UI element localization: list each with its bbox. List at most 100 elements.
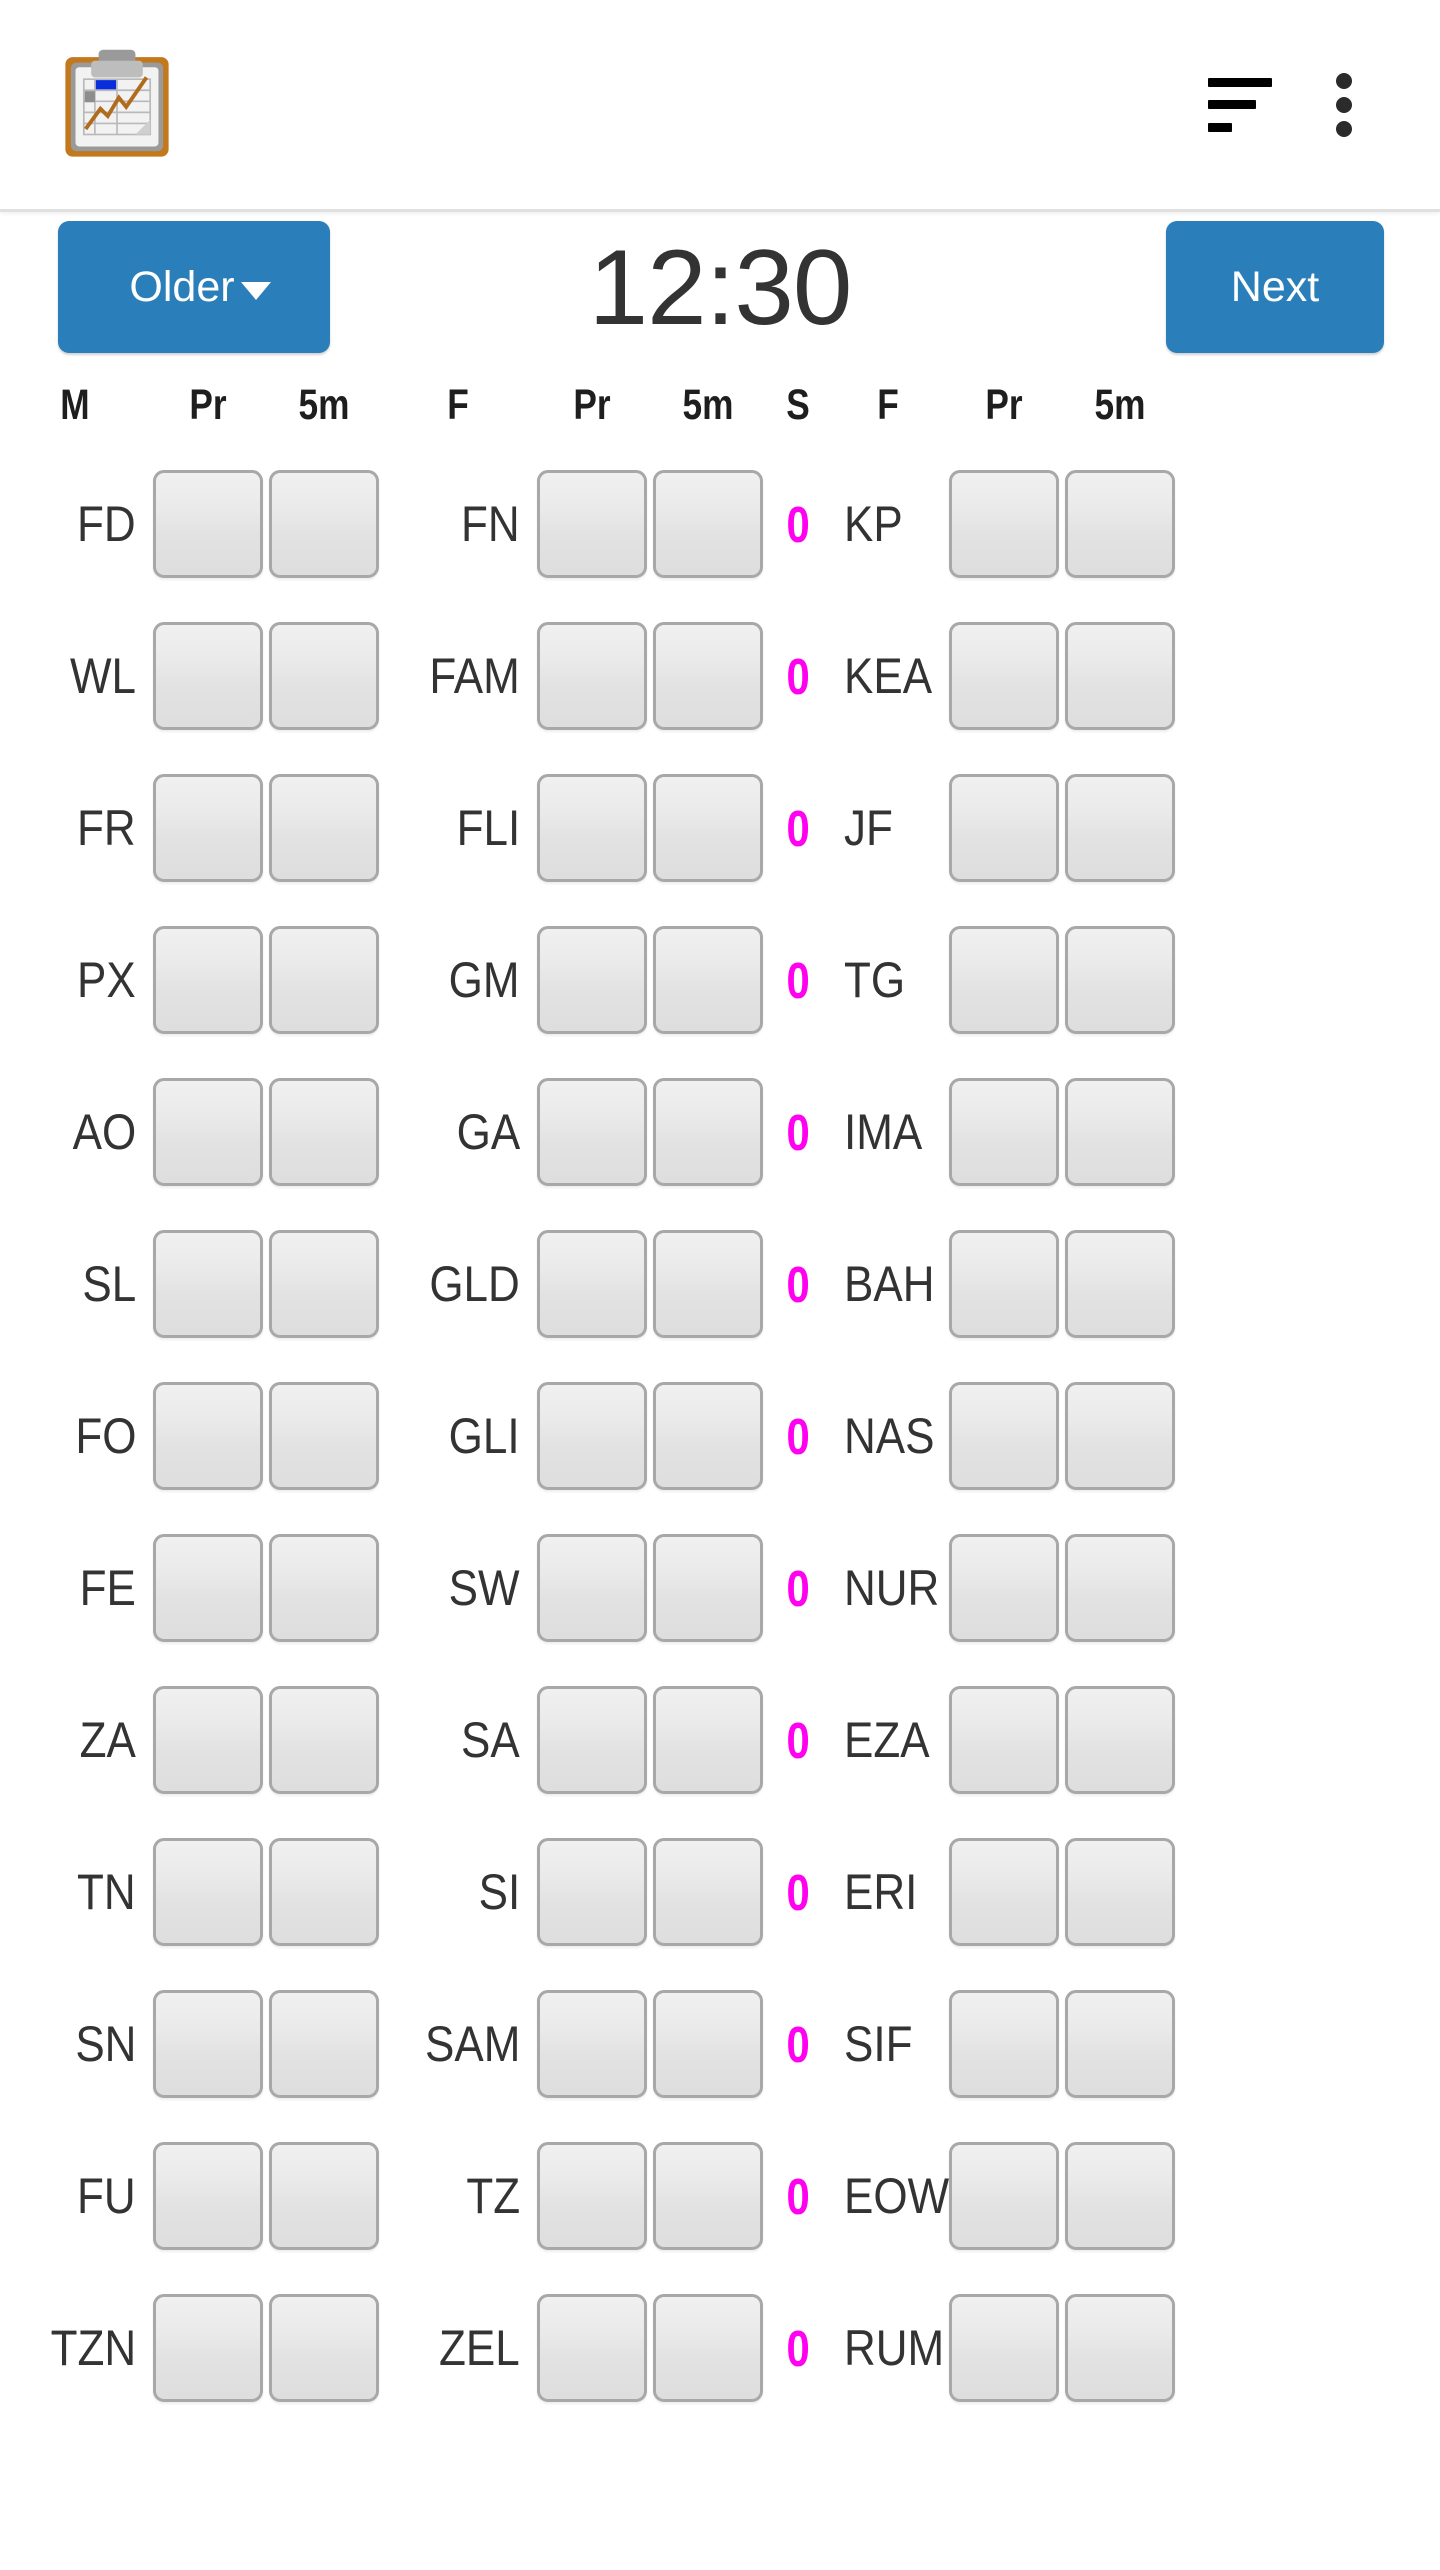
input-cell-5m-1[interactable] [269, 1534, 379, 1642]
input-cell-pr-3[interactable] [949, 774, 1059, 882]
row-label-f-1-text: SW [449, 1560, 520, 1616]
input-cell-5m-3[interactable] [1065, 2142, 1175, 2250]
row-label-f-1-text: FN [461, 496, 520, 552]
score-value: 0 [766, 951, 830, 1010]
input-cell-5m-1[interactable] [269, 1382, 379, 1490]
input-cell-pr-3[interactable] [949, 1230, 1059, 1338]
input-cell-5m-2[interactable] [653, 1838, 763, 1946]
row-label-f-2: SIF [830, 2015, 946, 2073]
input-cell-pr-2[interactable] [537, 926, 647, 1034]
input-cell-5m-2[interactable] [653, 1382, 763, 1490]
input-cell-5m-1[interactable] [269, 2294, 379, 2402]
input-cell-pr-1[interactable] [153, 1534, 263, 1642]
input-cell-5m-2[interactable] [653, 1230, 763, 1338]
input-cell-5m-1[interactable] [269, 1230, 379, 1338]
input-cell-pr-1[interactable] [153, 1686, 263, 1794]
input-cell-5m-2[interactable] [653, 1078, 763, 1186]
input-cell-5m-2[interactable] [653, 774, 763, 882]
score-value-text: 0 [786, 647, 810, 705]
sort-button[interactable] [1188, 53, 1292, 157]
input-cell-5m-3[interactable] [1065, 622, 1175, 730]
input-cell-5m-1[interactable] [269, 1078, 379, 1186]
input-cell-pr-1[interactable] [153, 1838, 263, 1946]
input-cell-pr-1[interactable] [153, 1990, 263, 2098]
input-cell-pr-2[interactable] [537, 1990, 647, 2098]
input-cell-pr-3[interactable] [949, 926, 1059, 1034]
input-cell-pr-3[interactable] [949, 2294, 1059, 2402]
input-cell-5m-1[interactable] [269, 774, 379, 882]
input-cell-5m-2[interactable] [653, 2294, 763, 2402]
input-cell-5m-2[interactable] [653, 1686, 763, 1794]
input-cell-5m-1[interactable] [269, 1990, 379, 2098]
cell-pr-1-wrap [150, 1534, 266, 1642]
input-cell-5m-3[interactable] [1065, 470, 1175, 578]
input-cell-5m-3[interactable] [1065, 1382, 1175, 1490]
input-cell-pr-3[interactable] [949, 622, 1059, 730]
input-cell-5m-1[interactable] [269, 470, 379, 578]
input-cell-pr-1[interactable] [153, 1382, 263, 1490]
input-cell-5m-2[interactable] [653, 1990, 763, 2098]
input-cell-pr-1[interactable] [153, 1078, 263, 1186]
row-label-m-text: FR [77, 800, 136, 856]
cell-pr-1-wrap [150, 2142, 266, 2250]
input-cell-5m-1[interactable] [269, 926, 379, 1034]
input-cell-5m-3[interactable] [1065, 926, 1175, 1034]
input-cell-pr-2[interactable] [537, 1078, 647, 1186]
input-cell-5m-1[interactable] [269, 1838, 379, 1946]
input-cell-pr-2[interactable] [537, 1686, 647, 1794]
input-cell-5m-3[interactable] [1065, 774, 1175, 882]
input-cell-5m-3[interactable] [1065, 2294, 1175, 2402]
input-cell-pr-1[interactable] [153, 2294, 263, 2402]
clipboard-chart-icon[interactable] [58, 46, 176, 164]
older-dropdown-button[interactable]: Older [58, 221, 330, 353]
cell-5m-3-wrap [1062, 2142, 1178, 2250]
input-cell-pr-2[interactable] [537, 1382, 647, 1490]
input-cell-5m-2[interactable] [653, 926, 763, 1034]
input-cell-pr-3[interactable] [949, 1382, 1059, 1490]
input-cell-pr-2[interactable] [537, 470, 647, 578]
cell-5m-3-wrap [1062, 2294, 1178, 2402]
input-cell-pr-2[interactable] [537, 774, 647, 882]
input-cell-pr-2[interactable] [537, 2142, 647, 2250]
input-cell-pr-1[interactable] [153, 926, 263, 1034]
input-cell-pr-3[interactable] [949, 1838, 1059, 1946]
input-cell-5m-1[interactable] [269, 2142, 379, 2250]
cell-5m-2-wrap [650, 1078, 766, 1186]
input-cell-5m-3[interactable] [1065, 1990, 1175, 2098]
input-cell-5m-3[interactable] [1065, 1230, 1175, 1338]
input-cell-pr-1[interactable] [153, 1230, 263, 1338]
input-cell-5m-3[interactable] [1065, 1078, 1175, 1186]
input-cell-pr-1[interactable] [153, 622, 263, 730]
input-cell-5m-2[interactable] [653, 470, 763, 578]
next-button[interactable]: Next [1166, 221, 1384, 353]
input-cell-pr-2[interactable] [537, 1838, 647, 1946]
input-cell-pr-3[interactable] [949, 1686, 1059, 1794]
input-cell-5m-2[interactable] [653, 622, 763, 730]
input-cell-pr-2[interactable] [537, 2294, 647, 2402]
input-cell-pr-3[interactable] [949, 1990, 1059, 2098]
input-cell-pr-2[interactable] [537, 1230, 647, 1338]
input-cell-5m-3[interactable] [1065, 1534, 1175, 1642]
input-cell-5m-3[interactable] [1065, 1838, 1175, 1946]
score-value-text: 0 [786, 1711, 810, 1769]
input-cell-pr-3[interactable] [949, 470, 1059, 578]
input-cell-pr-3[interactable] [949, 2142, 1059, 2250]
input-cell-5m-1[interactable] [269, 1686, 379, 1794]
input-cell-pr-1[interactable] [153, 470, 263, 578]
row-label-m: FR [0, 799, 150, 857]
cell-pr-1-wrap [150, 1382, 266, 1490]
input-cell-pr-2[interactable] [537, 1534, 647, 1642]
input-cell-pr-3[interactable] [949, 1078, 1059, 1186]
input-cell-5m-1[interactable] [269, 622, 379, 730]
overflow-menu-button[interactable] [1292, 53, 1396, 157]
input-cell-5m-2[interactable] [653, 1534, 763, 1642]
cell-pr-2-wrap [534, 774, 650, 882]
input-cell-pr-1[interactable] [153, 774, 263, 882]
table-row: FD FN 0 KP [0, 448, 1440, 600]
input-cell-pr-3[interactable] [949, 1534, 1059, 1642]
input-cell-pr-1[interactable] [153, 2142, 263, 2250]
input-cell-5m-2[interactable] [653, 2142, 763, 2250]
input-cell-5m-3[interactable] [1065, 1686, 1175, 1794]
input-cell-pr-2[interactable] [537, 622, 647, 730]
row-label-f-1: GA [382, 1103, 534, 1161]
